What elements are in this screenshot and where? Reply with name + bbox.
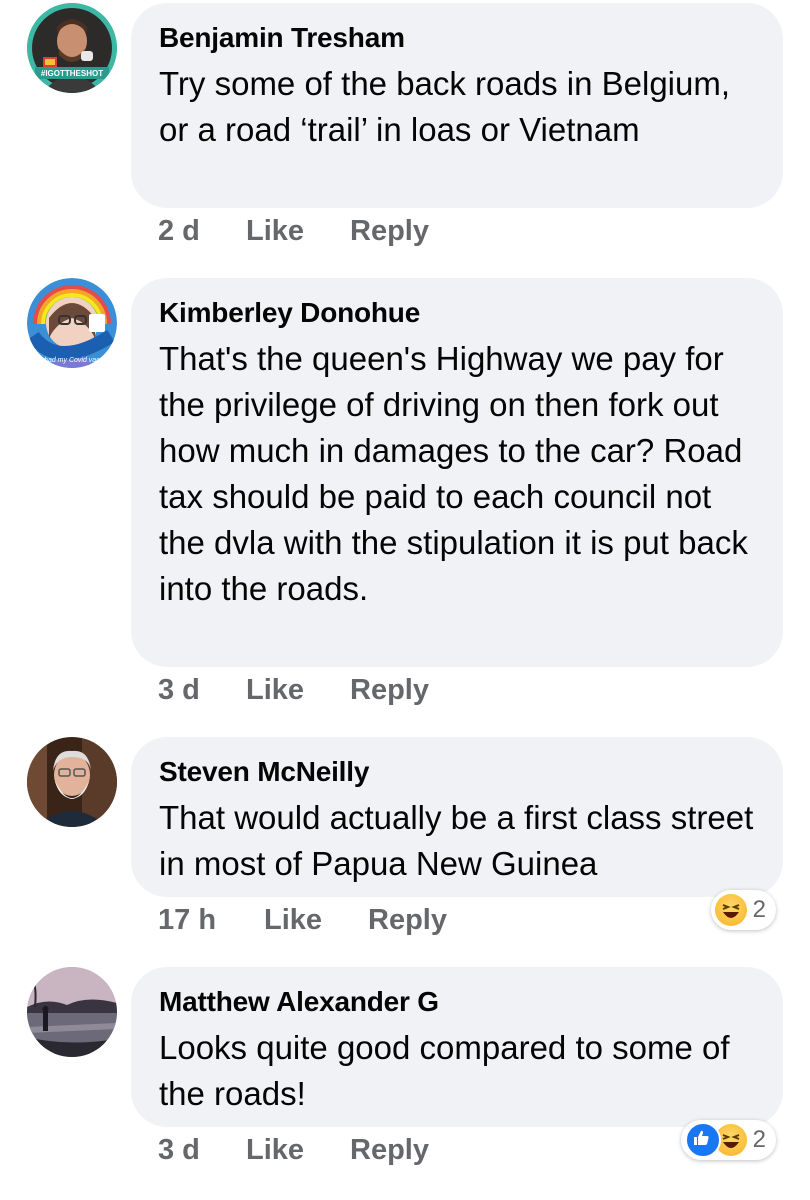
avatar[interactable] [27, 737, 117, 827]
comment-bubble: Steven McNeilly That would actually be a… [131, 737, 783, 897]
comment-actions: 3 d Like Reply [158, 674, 429, 707]
avatar[interactable]: #IGOTTHESHOT [27, 3, 117, 93]
comment-author[interactable]: Kimberley Donohue [159, 296, 755, 330]
like-button[interactable]: Like [246, 1134, 350, 1167]
reaction-count: 2 [752, 896, 766, 923]
comment-actions: 3 d Like Reply [158, 1134, 429, 1167]
reply-button[interactable]: Reply [350, 215, 429, 248]
comment-timestamp[interactable]: 2 d [158, 215, 246, 248]
comment-actions: 2 d Like Reply [158, 215, 429, 248]
comment-text: Looks quite good compared to some of the… [159, 1029, 730, 1112]
avatar-photo-icon: #IGOTTHESHOT [27, 3, 117, 93]
avatar[interactable] [27, 967, 117, 1057]
comment-bubble: Benjamin Tresham Try some of the back ro… [131, 3, 783, 208]
comment-bubble: Kimberley Donohue That's the queen's Hig… [131, 278, 783, 667]
reaction-summary[interactable]: 2 [710, 890, 776, 930]
reaction-summary[interactable]: 2 [680, 1120, 776, 1160]
comment-text: Try some of the back roads in Belgium, o… [159, 65, 731, 148]
comment-author[interactable]: Steven McNeilly [159, 755, 755, 789]
svg-text:I've had my Covid vaccine: I've had my Covid vaccine [31, 357, 112, 364]
reply-button[interactable]: Reply [350, 1134, 429, 1167]
like-button[interactable]: Like [246, 215, 350, 248]
comment-timestamp[interactable]: 17 h [158, 904, 264, 937]
comment-bubble: Matthew Alexander G Looks quite good com… [131, 967, 783, 1127]
haha-icon [714, 894, 747, 926]
avatar-photo-icon: I've had my Covid vaccine [27, 278, 117, 368]
avatar-photo-icon [27, 737, 117, 827]
comment-timestamp[interactable]: 3 d [158, 674, 246, 707]
avatar-photo-icon [27, 967, 117, 1057]
reply-button[interactable]: Reply [350, 674, 429, 707]
comment-author[interactable]: Matthew Alexander G [159, 985, 755, 1019]
reaction-count: 2 [752, 1126, 766, 1153]
comment-author[interactable]: Benjamin Tresham [159, 21, 755, 55]
comment-text: That would actually be a first class str… [159, 799, 754, 882]
comment-text: That's the queen's Highway we pay for th… [159, 340, 748, 607]
reply-button[interactable]: Reply [368, 904, 447, 937]
comment-timestamp[interactable]: 3 d [158, 1134, 246, 1167]
like-icon [684, 1122, 721, 1158]
like-button[interactable]: Like [246, 674, 350, 707]
like-button[interactable]: Like [264, 904, 368, 937]
svg-text:#IGOTTHESHOT: #IGOTTHESHOT [41, 69, 103, 78]
comment-actions: 17 h Like Reply [158, 904, 447, 937]
avatar[interactable]: I've had my Covid vaccine [27, 278, 117, 368]
